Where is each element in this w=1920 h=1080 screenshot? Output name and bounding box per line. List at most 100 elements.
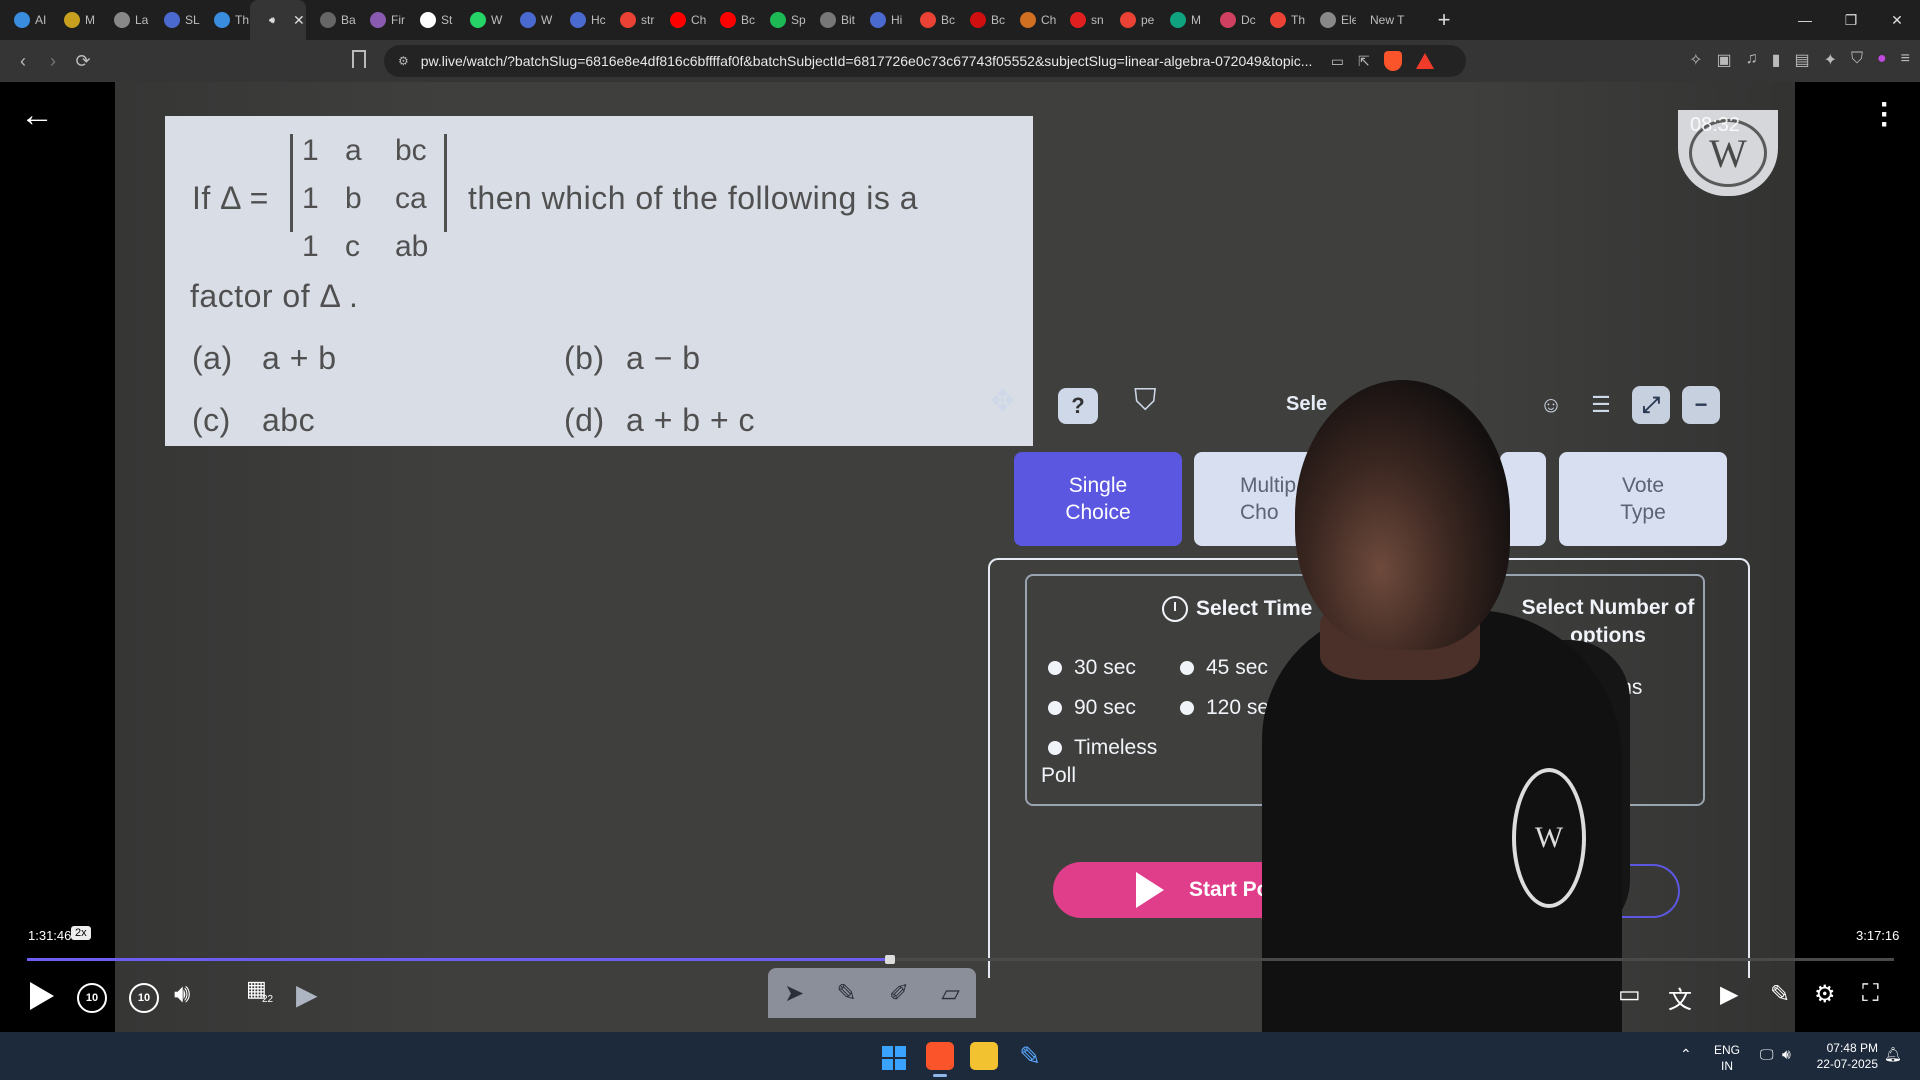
expand-icon[interactable]: ⤢ [1632, 386, 1670, 424]
network-icon[interactable]: 🖵︎ [1760, 1046, 1774, 1062]
marker-icon[interactable]: ✐ [889, 979, 909, 1008]
time-option-timeless[interactable]: Timeless [1048, 736, 1157, 760]
screenshot-icon[interactable]: ▣ [1717, 50, 1732, 70]
brave-shields-icon[interactable] [1383, 51, 1402, 71]
notification-bell-icon[interactable]: 🔔︎ [1884, 1046, 1902, 1062]
volume-icon[interactable]: 🔊︎ [174, 978, 190, 1010]
feedback-icon[interactable]: ☺ [1532, 386, 1570, 424]
back-arrow-icon[interactable]: ← [20, 96, 54, 135]
time-option-30[interactable]: 30 sec [1048, 656, 1136, 680]
bookmark-icon[interactable] [352, 50, 366, 68]
cast-icon[interactable]: ▭ [1331, 53, 1344, 70]
new-tab-plus-icon[interactable]: + [1426, 7, 1462, 33]
reload-icon[interactable]: ⟳ [68, 51, 98, 72]
pen-app-icon[interactable]: ✎ [1016, 1042, 1044, 1070]
file-explorer-icon[interactable] [970, 1042, 998, 1070]
question-icon[interactable]: ? [1058, 388, 1098, 424]
chat-icon[interactable]: ☰ [1582, 386, 1620, 424]
tab-favicon-icon [1020, 12, 1036, 28]
speaker-icon[interactable]: 🔊︎ [1782, 1046, 1791, 1062]
time-option-90[interactable]: 90 sec [1048, 696, 1136, 720]
browser-tab[interactable]: str [606, 0, 656, 40]
minimize-button[interactable]: — [1782, 0, 1828, 40]
forward-nav-icon[interactable]: › [38, 51, 68, 72]
sidebar-icon[interactable]: ▮ [1772, 50, 1781, 70]
brave-taskbar-icon[interactable] [926, 1042, 954, 1070]
language-indicator[interactable]: ENG IN [1714, 1042, 1740, 1074]
url-text[interactable]: pw.live/watch/?batchSlug=6816e8e4df816c6… [421, 53, 1321, 69]
browser-tab[interactable]: Ch [1006, 0, 1056, 40]
translate-icon[interactable]: 文 [1668, 980, 1692, 1015]
browser-tab[interactable]: SL [150, 0, 200, 40]
browser-tab[interactable]: Ba [306, 0, 356, 40]
browser-tab[interactable]: Bit [806, 0, 856, 40]
browser-tab[interactable]: AI [0, 0, 50, 40]
play-button[interactable] [30, 982, 54, 1010]
browser-tab[interactable]: Hi [856, 0, 906, 40]
tab-favicon-icon [320, 12, 336, 28]
tab-title: Th [1291, 13, 1306, 27]
browser-tab[interactable]: 🔊︎ ✕ [250, 0, 306, 40]
browser-tab[interactable]: Sp [756, 0, 806, 40]
tab-title: Ba [341, 13, 356, 27]
seek-handle[interactable] [885, 955, 895, 964]
browser-tab[interactable]: Bc [956, 0, 1006, 40]
restore-button[interactable]: ❐ [1828, 0, 1874, 40]
browser-tab[interactable]: Fir [356, 0, 406, 40]
browser-tab[interactable]: Hc [556, 0, 606, 40]
clock[interactable]: 07:48 PM 22-07-2025 [1812, 1040, 1878, 1072]
browser-tab[interactable]: W [506, 0, 556, 40]
brave-rewards-icon[interactable] [1415, 53, 1434, 69]
notes-icon[interactable]: ✎ [1770, 980, 1790, 1009]
browser-tab[interactable]: Ch [656, 0, 706, 40]
vote-type-button[interactable]: Vote Type [1559, 452, 1727, 546]
move-icon[interactable]: ✥ [990, 384, 1015, 419]
profile-icon[interactable]: ● [1877, 50, 1887, 70]
browser-tab[interactable]: Th [1256, 0, 1306, 40]
menu-icon[interactable]: ≡ [1901, 50, 1910, 70]
brush-icon[interactable]: ✎ [837, 979, 857, 1008]
browser-tab[interactable]: Ele [1306, 0, 1356, 40]
browser-tab[interactable]: Bc [706, 0, 756, 40]
pointer-icon[interactable]: ➤ [784, 979, 804, 1008]
browser-tab[interactable]: Th [200, 0, 250, 40]
extensions-icon[interactable]: ✧ [1689, 50, 1702, 70]
new-tab[interactable]: New T [1356, 0, 1426, 40]
tab-favicon-icon [64, 12, 80, 28]
browser-tab[interactable]: Dc [1206, 0, 1256, 40]
site-settings-icon[interactable]: ⚙ [398, 54, 409, 68]
close-window-button[interactable]: ✕ [1874, 0, 1920, 40]
browser-tab[interactable]: St [406, 0, 456, 40]
single-choice-button[interactable]: Single Choice [1014, 452, 1182, 546]
next-slide-icon[interactable]: ▶ [296, 978, 318, 1011]
vpn-icon[interactable]: ⛉ [1851, 50, 1863, 70]
media-icon[interactable]: ♫ [1746, 50, 1758, 70]
eraser-icon[interactable]: ▱ [941, 979, 959, 1008]
pip-icon[interactable]: ▶︎ [1720, 980, 1738, 1009]
back-nav-icon[interactable]: ‹ [8, 51, 38, 72]
browser-tab[interactable]: sn [1056, 0, 1106, 40]
more-options-icon[interactable]: · · · [1880, 90, 1890, 140]
browser-tab[interactable]: M [50, 0, 100, 40]
windows-start-icon[interactable] [882, 1046, 906, 1070]
rewind-10-button[interactable]: 10 [77, 983, 107, 1013]
settings-gear-icon[interactable]: ⚙ [1814, 980, 1836, 1009]
speed-badge[interactable]: 2x [71, 926, 91, 940]
wallet-icon[interactable]: ▤ [1794, 50, 1809, 70]
browser-tab[interactable]: pe [1106, 0, 1156, 40]
close-tab-icon[interactable]: ✕ [293, 12, 305, 29]
tray-chevron-icon[interactable]: ⌃ [1680, 1046, 1692, 1062]
url-field[interactable]: ⚙ pw.live/watch/?batchSlug=6816e8e4df816… [384, 45, 1466, 77]
minimize-icon[interactable]: − [1682, 386, 1720, 424]
time-option-45[interactable]: 45 sec [1180, 656, 1268, 680]
browser-tab[interactable]: M [1156, 0, 1206, 40]
fullscreen-icon[interactable]: ⛶ [1862, 980, 1879, 1008]
browser-tab[interactable]: La [100, 0, 150, 40]
captions-icon[interactable]: ▭ [1618, 980, 1641, 1009]
forward-10-button[interactable]: 10 [129, 983, 159, 1013]
leo-icon[interactable]: ✦ [1824, 50, 1837, 70]
leaderboard-icon[interactable]: ⛉ [1134, 384, 1157, 418]
browser-tab[interactable]: Bc [906, 0, 956, 40]
browser-tab[interactable]: W [456, 0, 506, 40]
share-icon[interactable]: ⇱ [1358, 53, 1370, 70]
